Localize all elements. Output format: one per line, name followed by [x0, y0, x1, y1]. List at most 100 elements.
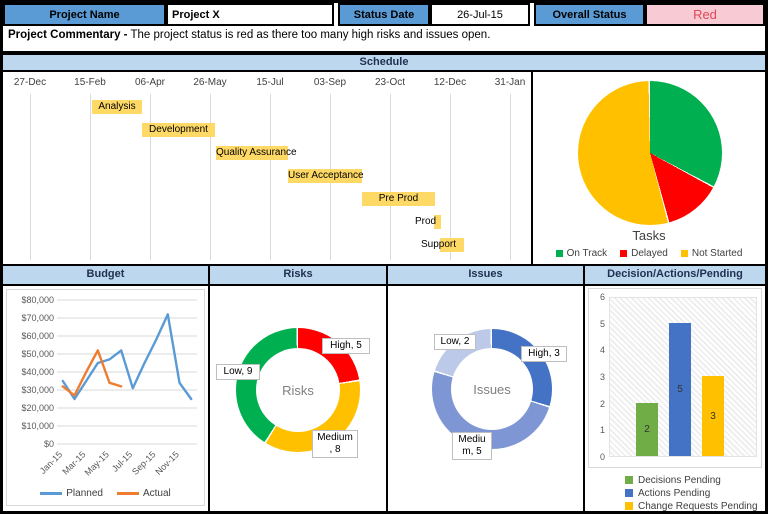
legend-swatch: [625, 476, 633, 484]
project-name-label: Project Name: [3, 3, 166, 26]
legend-item: On Track: [556, 248, 608, 259]
bar-axis-label: 2: [593, 399, 605, 409]
legend-swatch: [681, 250, 688, 257]
gantt-gridline: [210, 94, 211, 260]
gantt-gridline: [150, 94, 151, 260]
commentary-text: The project status is red as there too m…: [128, 29, 491, 41]
bar-axis-label: 4: [593, 345, 605, 355]
svg-text:Sep-15: Sep-15: [130, 449, 158, 477]
decisions-panel-body: 6543210253 Decisions PendingActions Pend…: [585, 286, 765, 509]
legend-label: Change Requests Pending: [638, 501, 758, 512]
issues-panel: Issues IssuesHigh, 3Medium, 5Low, 2: [386, 266, 583, 511]
donut-callout: Low, 9: [216, 364, 260, 380]
gantt-gridline: [450, 94, 451, 260]
legend-item: Not Started: [681, 248, 743, 259]
legend-item: Planned: [40, 488, 103, 499]
bar-column: 5: [669, 323, 691, 456]
legend-label: Actual: [143, 488, 171, 499]
gantt-date-label: 31-Jan: [480, 77, 540, 88]
legend-swatch: [625, 502, 633, 510]
donut-callout: High, 3: [521, 346, 567, 362]
budget-legend: Planned Actual: [7, 488, 204, 499]
donut-callout: Medium, 5: [452, 432, 492, 460]
svg-text:$50,000: $50,000: [21, 349, 54, 359]
gantt-gridline: [30, 94, 31, 260]
svg-text:$0: $0: [44, 439, 54, 449]
legend-swatch: [620, 250, 627, 257]
svg-text:$60,000: $60,000: [21, 331, 54, 341]
svg-text:Nov-15: Nov-15: [153, 449, 181, 477]
legend-item: Decisions Pending: [625, 474, 758, 486]
overall-status-label: Overall Status: [534, 3, 645, 26]
gantt-date-label: 26-May: [180, 77, 240, 88]
gantt-date-label: 15-Jul: [240, 77, 300, 88]
gantt-date-label: 03-Sep: [300, 77, 360, 88]
legend-item: Actual: [117, 488, 171, 499]
legend-label: Delayed: [631, 248, 668, 259]
decisions-bar-legend: Decisions PendingActions PendingChange R…: [625, 474, 758, 513]
gantt-bar: User Acceptance: [288, 169, 362, 183]
budget-panel-title: Budget: [3, 266, 208, 286]
project-commentary[interactable]: Project Commentary - The project status …: [3, 26, 765, 53]
bar-column: 2: [636, 403, 658, 456]
status-date-value[interactable]: 26-Jul-15: [430, 3, 530, 26]
svg-text:$80,000: $80,000: [21, 295, 54, 305]
gantt-bar: Development: [142, 123, 215, 137]
bar-axis-label: 3: [593, 372, 605, 382]
gantt-gridline: [510, 94, 511, 260]
svg-text:$20,000: $20,000: [21, 403, 54, 413]
gantt-date-label: 06-Apr: [120, 77, 180, 88]
schedule-section: 27-Dec15-Feb06-Apr26-May15-Jul03-Sep23-O…: [3, 72, 765, 266]
legend-swatch: [40, 492, 62, 495]
bottom-section: Budget $80,000 $70,000 $60,000 $50,000 $40,0…: [3, 266, 765, 511]
svg-text:Jan-15: Jan-15: [38, 449, 65, 476]
gantt-gridline: [390, 94, 391, 260]
project-name-value[interactable]: Project X: [166, 3, 334, 26]
bar-plot-area: 2 5 3: [609, 297, 757, 457]
donut-center-label: Risks: [256, 348, 340, 432]
gantt-date-label: 23-Oct: [360, 77, 420, 88]
decisions-panel: Decision/Actions/Pending 6 5 4 3 2 1 0 2 5 3 Deci…: [583, 266, 765, 511]
bar-axis-label: 6: [593, 292, 605, 302]
svg-text:$30,000: $30,000: [21, 385, 54, 395]
overall-status-badge[interactable]: Red: [645, 3, 765, 26]
svg-text:$70,000: $70,000: [21, 313, 54, 323]
legend-label: On Track: [567, 248, 608, 259]
svg-text:May-15: May-15: [83, 449, 111, 477]
legend-swatch: [117, 492, 139, 495]
tasks-pie-panel: Tasks On Track Delayed Not Started: [533, 72, 765, 264]
svg-text:$10,000: $10,000: [21, 421, 54, 431]
budget-chart: $80,000 $70,000 $60,000 $50,000 $40,000 $30,0…: [6, 289, 205, 506]
gantt-bar-label: Support: [421, 238, 456, 252]
gantt-date-label: 12-Dec: [420, 77, 480, 88]
gantt-date-label: 15-Feb: [60, 77, 120, 88]
bar-value-label: 3: [710, 411, 716, 422]
budget-panel-body: $80,000 $70,000 $60,000 $50,000 $40,000 $30,0…: [3, 286, 208, 509]
budget-line-chart: $80,000 $70,000 $60,000 $50,000 $40,000 $30,0…: [7, 290, 203, 480]
decisions-panel-title: Decision/Actions/Pending: [585, 266, 765, 286]
gantt-date-label: 27-Dec: [0, 77, 60, 88]
donut-callout: Medium, 8: [312, 430, 358, 458]
gantt-chart: 27-Dec15-Feb06-Apr26-May15-Jul03-Sep23-O…: [3, 72, 531, 264]
svg-text:$40,000: $40,000: [21, 367, 54, 377]
legend-label: Decisions Pending: [638, 475, 721, 486]
tasks-pie-chart: [578, 81, 722, 225]
risks-panel: Risks RisksHigh, 5 Medium, 8 Low, 9: [208, 266, 386, 511]
risks-donut-chart: RisksHigh, 5 Medium, 8 Low, 9: [210, 286, 386, 509]
gantt-bar: Quality Assurance: [216, 146, 288, 160]
donut-callout: Low, 2: [434, 334, 476, 350]
bar-axis-label: 0: [593, 452, 605, 462]
donut-callout: High, 5: [322, 338, 370, 354]
bar-axis-label: 1: [593, 425, 605, 435]
schedule-section-title: Schedule: [3, 53, 765, 72]
legend-swatch: [625, 489, 633, 497]
bar-value-label: 5: [677, 384, 683, 395]
gantt-bar: Pre Prod: [362, 192, 435, 206]
gantt-bar-label: Prod: [415, 215, 436, 229]
budget-panel: Budget $80,000 $70,000 $60,000 $50,000 $40,0…: [3, 266, 208, 511]
tasks-pie-title: Tasks: [533, 228, 765, 243]
project-dashboard: Project Name Project X Status Date 26-Ju…: [0, 0, 768, 514]
legend-swatch: [556, 250, 563, 257]
status-date-label: Status Date: [338, 3, 430, 26]
legend-label: Not Started: [692, 248, 743, 259]
